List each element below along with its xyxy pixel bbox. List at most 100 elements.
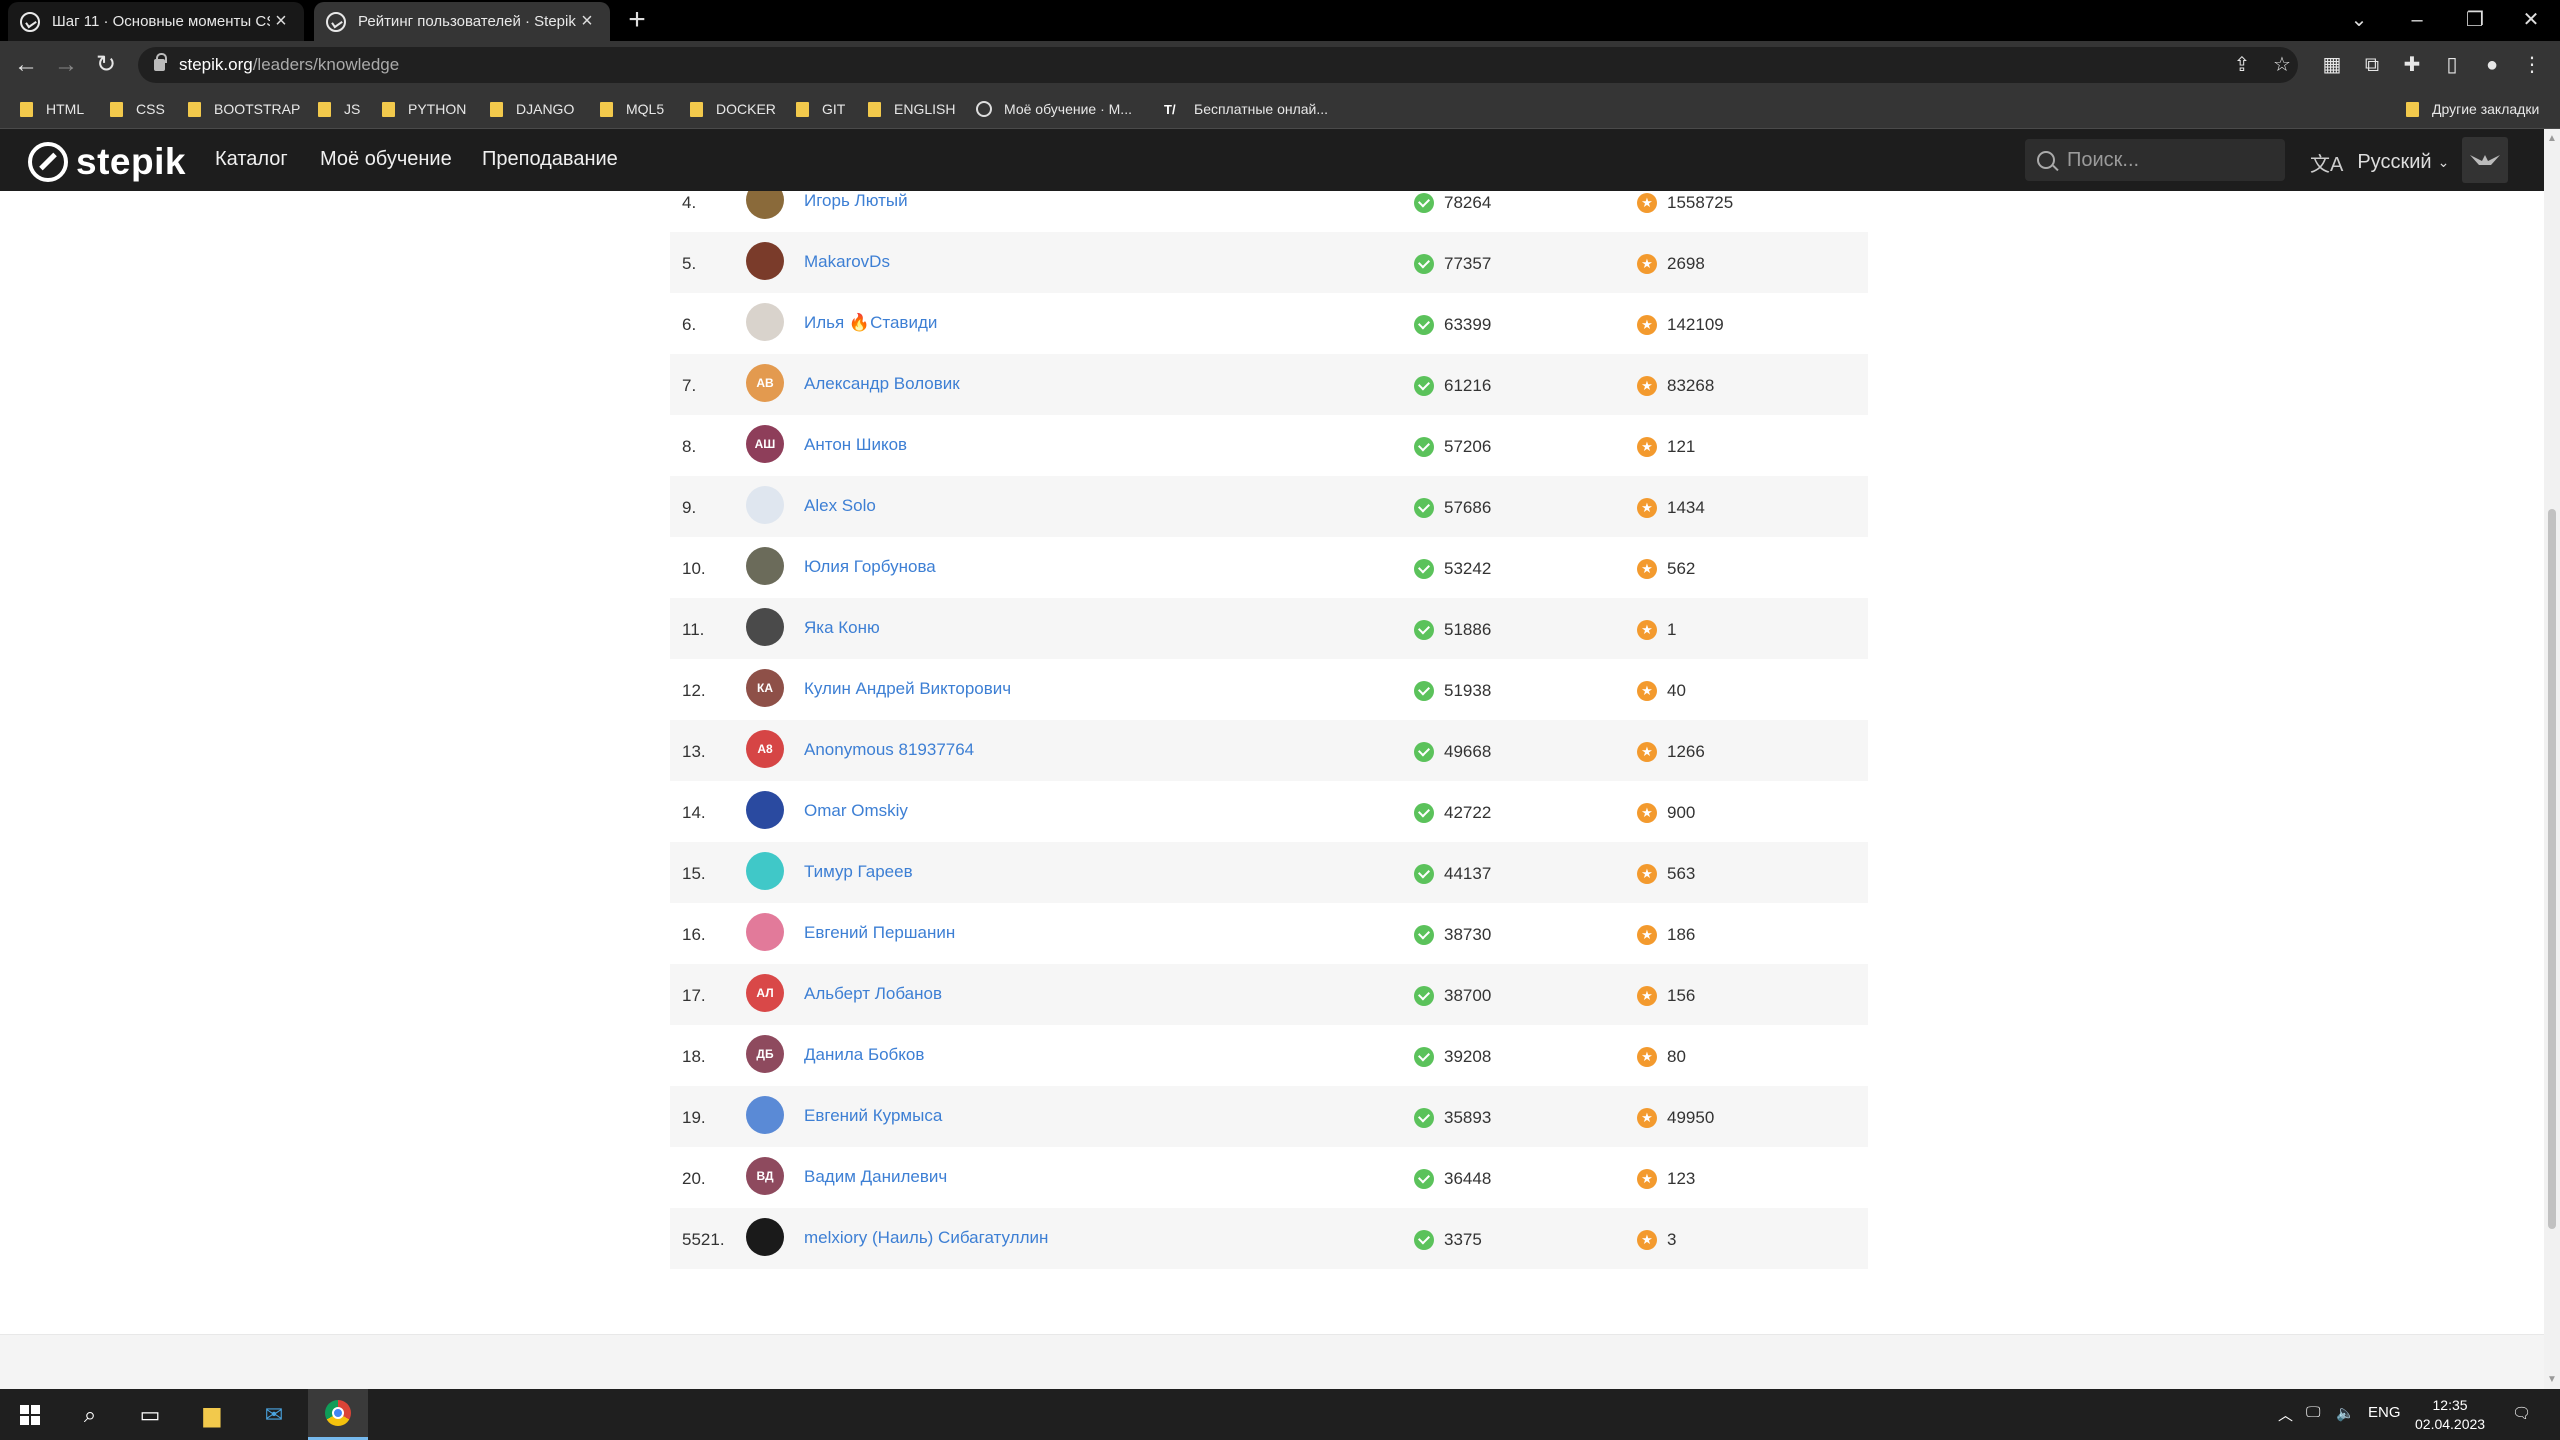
user-avatar-image[interactable]: АЛ bbox=[746, 974, 784, 1012]
leader-name-link[interactable]: Евгений Першанин bbox=[804, 923, 955, 943]
user-avatar-image[interactable]: АВ bbox=[746, 364, 784, 402]
new-tab-button[interactable]: + bbox=[622, 5, 652, 36]
user-avatar-image[interactable] bbox=[746, 242, 784, 280]
leader-rank: 11. bbox=[682, 620, 705, 639]
bookmark-bootstrap[interactable]: BOOTSTRAP bbox=[188, 99, 300, 119]
user-avatar-image[interactable]: КА bbox=[746, 669, 784, 707]
user-avatar-image[interactable] bbox=[746, 913, 784, 951]
user-avatar-image[interactable] bbox=[746, 303, 784, 341]
browser-tab[interactable]: Шаг 11 · Основные моменты CSS × bbox=[8, 2, 304, 41]
search-taskbar-icon[interactable]: ⌕ bbox=[60, 1389, 120, 1440]
clock[interactable]: 12:35 02.04.2023 bbox=[2415, 1396, 2485, 1434]
browser-tab-active[interactable]: Рейтинг пользователей · Stepik × bbox=[314, 2, 610, 41]
leader-row: 13. A8 Anonymous 81937764 49668 ★ 1266 bbox=[670, 720, 1868, 781]
leader-name-link[interactable]: melxiory (Наиль) Сибагатуллин bbox=[804, 1228, 1048, 1248]
input-language[interactable]: ENG bbox=[2368, 1404, 2401, 1421]
leader-name-link[interactable]: Игорь Лютый bbox=[804, 191, 908, 211]
user-avatar-image[interactable] bbox=[746, 191, 784, 219]
bookmark-django[interactable]: DJANGO bbox=[490, 99, 574, 119]
restore-button[interactable]: ❐ bbox=[2446, 0, 2504, 41]
file-explorer-icon[interactable]: ▆ bbox=[182, 1389, 242, 1440]
leader-name-link[interactable]: Антон Шиков bbox=[804, 435, 907, 455]
user-avatar-image[interactable] bbox=[746, 852, 784, 890]
leader-name-link[interactable]: Юлия Горбунова bbox=[804, 557, 936, 577]
user-avatar[interactable] bbox=[2462, 137, 2508, 183]
scroll-down-arrow-icon[interactable]: ▼ bbox=[2547, 1374, 2557, 1385]
user-avatar-image[interactable] bbox=[746, 1218, 784, 1256]
profile-icon[interactable]: ● bbox=[2478, 51, 2506, 79]
url-bar[interactable]: stepik.org/leaders/knowledge bbox=[138, 47, 2298, 83]
bookmark-star-icon[interactable]: ☆ bbox=[2268, 51, 2296, 79]
notifications-icon[interactable]: 🗨 bbox=[2512, 1404, 2531, 1422]
knowledge-check-icon bbox=[1414, 986, 1434, 1006]
reputation-score: ★ 40 bbox=[1637, 681, 1686, 701]
tab-search-icon[interactable]: ⌄ bbox=[2330, 0, 2388, 41]
user-avatar-image[interactable]: ДБ bbox=[746, 1035, 784, 1073]
bookmark-js[interactable]: JS bbox=[318, 99, 360, 119]
leader-name-link[interactable]: Вадим Данилевич bbox=[804, 1167, 947, 1187]
leader-name-link[interactable]: Тимур Гареев bbox=[804, 862, 913, 882]
start-button[interactable] bbox=[0, 1389, 60, 1440]
user-avatar-image[interactable]: ВД bbox=[746, 1157, 784, 1195]
reputation-score: ★ 1 bbox=[1637, 620, 1676, 640]
bookmark-css[interactable]: CSS bbox=[110, 99, 165, 119]
bookmark-git[interactable]: GIT bbox=[796, 99, 845, 119]
chrome-taskbar-icon[interactable] bbox=[308, 1389, 368, 1440]
bookmark-docker[interactable]: DOCKER bbox=[690, 99, 776, 119]
user-avatar-image[interactable] bbox=[746, 791, 784, 829]
leader-name-link[interactable]: Данила Бобков bbox=[804, 1045, 924, 1065]
search-input[interactable] bbox=[2067, 148, 2267, 172]
bookmark-python[interactable]: PYTHON bbox=[382, 99, 466, 119]
nav-teaching[interactable]: Преподавание bbox=[482, 148, 618, 171]
leader-name-link[interactable]: Omar Omskiy bbox=[804, 801, 908, 821]
forward-button[interactable]: → bbox=[50, 49, 82, 81]
translate-extension-icon[interactable]: ⧉ bbox=[2358, 51, 2386, 79]
task-view-icon[interactable]: ▭ bbox=[120, 1389, 180, 1440]
side-panel-icon[interactable]: ▯ bbox=[2438, 51, 2466, 79]
leader-name-link[interactable]: Кулин Андрей Викторович bbox=[804, 679, 1011, 699]
mail-icon[interactable]: ✉ bbox=[244, 1389, 304, 1440]
volume-icon[interactable]: 🔈 bbox=[2336, 1404, 2355, 1422]
leader-name-link[interactable]: Илья 🔥Ставиди bbox=[804, 313, 937, 333]
page-scrollbar[interactable]: ▲ ▼ bbox=[2544, 129, 2560, 1389]
stepik-logo[interactable]: stepik bbox=[28, 141, 186, 183]
bookmark-english[interactable]: ENGLISH bbox=[868, 99, 955, 119]
back-button[interactable]: ← bbox=[10, 49, 42, 81]
share-icon[interactable]: ⇪ bbox=[2228, 51, 2256, 79]
bookmark-mql5[interactable]: MQL5 bbox=[600, 99, 664, 119]
bookmark-label: GIT bbox=[822, 101, 846, 117]
tray-chevron-icon[interactable]: ︿ bbox=[2278, 1404, 2293, 1425]
network-icon[interactable]: 🖵 bbox=[2306, 1404, 2320, 1421]
user-avatar-image[interactable] bbox=[746, 486, 784, 524]
nav-catalog[interactable]: Каталог bbox=[215, 148, 288, 171]
close-window-button[interactable]: ✕ bbox=[2502, 0, 2560, 41]
close-tab-icon[interactable]: × bbox=[270, 10, 292, 33]
user-avatar-image[interactable] bbox=[746, 1096, 784, 1134]
bookmark-free-courses[interactable]: T/Бесплатные онлай... bbox=[1164, 99, 1328, 119]
nav-my-learning[interactable]: Моё обучение bbox=[320, 148, 452, 171]
leader-name-link[interactable]: Яка Коню bbox=[804, 618, 880, 638]
leader-name-link[interactable]: Альберт Лобанов bbox=[804, 984, 942, 1004]
scroll-up-arrow-icon[interactable]: ▲ bbox=[2547, 133, 2557, 144]
scrollbar-thumb[interactable] bbox=[2548, 509, 2556, 1229]
leader-name-link[interactable]: Alex Solo bbox=[804, 496, 876, 516]
leader-name-link[interactable]: Александр Воловик bbox=[804, 374, 960, 394]
user-avatar-image[interactable] bbox=[746, 608, 784, 646]
language-selector[interactable]: 文A Русский ⌄ bbox=[2310, 148, 2449, 177]
leader-name-link[interactable]: MakarovDs bbox=[804, 252, 890, 272]
leader-rank: 19. bbox=[682, 1108, 706, 1127]
puzzle-extensions-icon[interactable]: ✚ bbox=[2398, 51, 2426, 79]
leader-name-link[interactable]: Anonymous 81937764 bbox=[804, 740, 974, 760]
bookmark-html[interactable]: HTML bbox=[20, 99, 84, 119]
minimize-button[interactable]: – bbox=[2388, 0, 2446, 41]
user-avatar-image[interactable] bbox=[746, 547, 784, 585]
reload-button[interactable]: ↻ bbox=[90, 49, 122, 81]
user-avatar-image[interactable]: АШ bbox=[746, 425, 784, 463]
menu-icon[interactable]: ⋮ bbox=[2518, 51, 2546, 79]
extension-icon[interactable]: ▦ bbox=[2318, 51, 2346, 79]
close-tab-icon[interactable]: × bbox=[576, 10, 598, 33]
user-avatar-image[interactable]: A8 bbox=[746, 730, 784, 768]
bookmark-my-learning[interactable]: Моё обучение · M... bbox=[976, 99, 1132, 119]
leader-name-link[interactable]: Евгений Курмыса bbox=[804, 1106, 942, 1126]
bookmark-other[interactable]: Другие закладки bbox=[2406, 99, 2539, 119]
